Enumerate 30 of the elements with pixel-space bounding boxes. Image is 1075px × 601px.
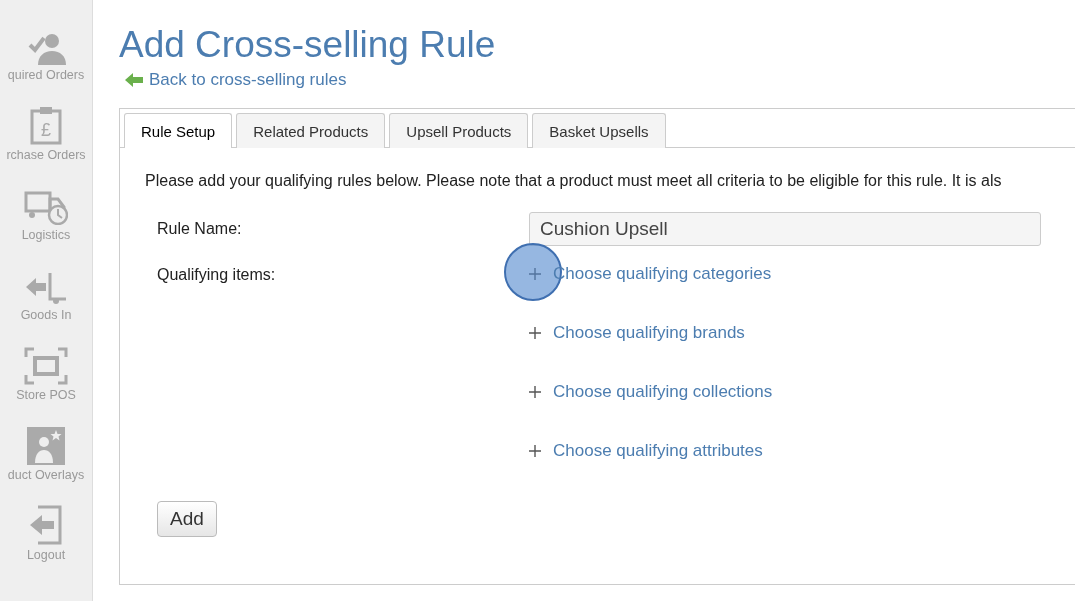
people-check-icon[interactable] [26,31,66,65]
field-label: Qualifying items: [156,266,277,284]
field-label: Rule Name: [156,220,243,238]
sidebar-item[interactable]: Store POS [16,388,76,402]
tab[interactable]: Rule Setup [124,113,233,148]
truck-clock-icon[interactable] [24,189,68,225]
logout-icon[interactable] [28,505,64,545]
sidebar-item[interactable]: duct Overlays [7,468,85,482]
choose-link[interactable]: Choose qualifying attributes [553,441,763,461]
add-button[interactable]: Add [157,501,217,537]
screen-frame-icon[interactable] [24,347,68,385]
page-title: Add Cross-selling Rule [119,24,497,66]
sidebar-item[interactable]: rchase Orders [6,148,86,162]
plus-icon[interactable] [529,445,541,457]
back-arrow-icon[interactable] [125,73,143,87]
sidebar-item[interactable]: quired Orders [7,68,85,82]
choose-link[interactable]: Choose qualifying brands [553,323,745,343]
back-link[interactable]: Back to cross-selling rules [149,70,347,90]
sidebar-item[interactable]: Logistics [21,228,71,242]
choose-link[interactable]: Choose qualifying collections [553,382,773,402]
tab[interactable]: Basket Upsells [532,113,666,148]
arrow-trolley-icon[interactable] [24,271,68,305]
tab[interactable]: Related Products [236,113,386,148]
plus-icon[interactable] [529,327,541,339]
plus-icon[interactable] [529,386,541,398]
intro-text: Please add your qualifying rules below. Please note that a product must meet all criteria to be eligible for this rule. It is als [145,172,1003,190]
rule-name-field[interactable]: Cushion Upsell [529,212,1041,246]
sidebar-item[interactable]: Goods In [20,308,72,322]
tab[interactable]: Upsell Products [389,113,529,148]
sidebar-item[interactable]: Logout [26,548,66,562]
